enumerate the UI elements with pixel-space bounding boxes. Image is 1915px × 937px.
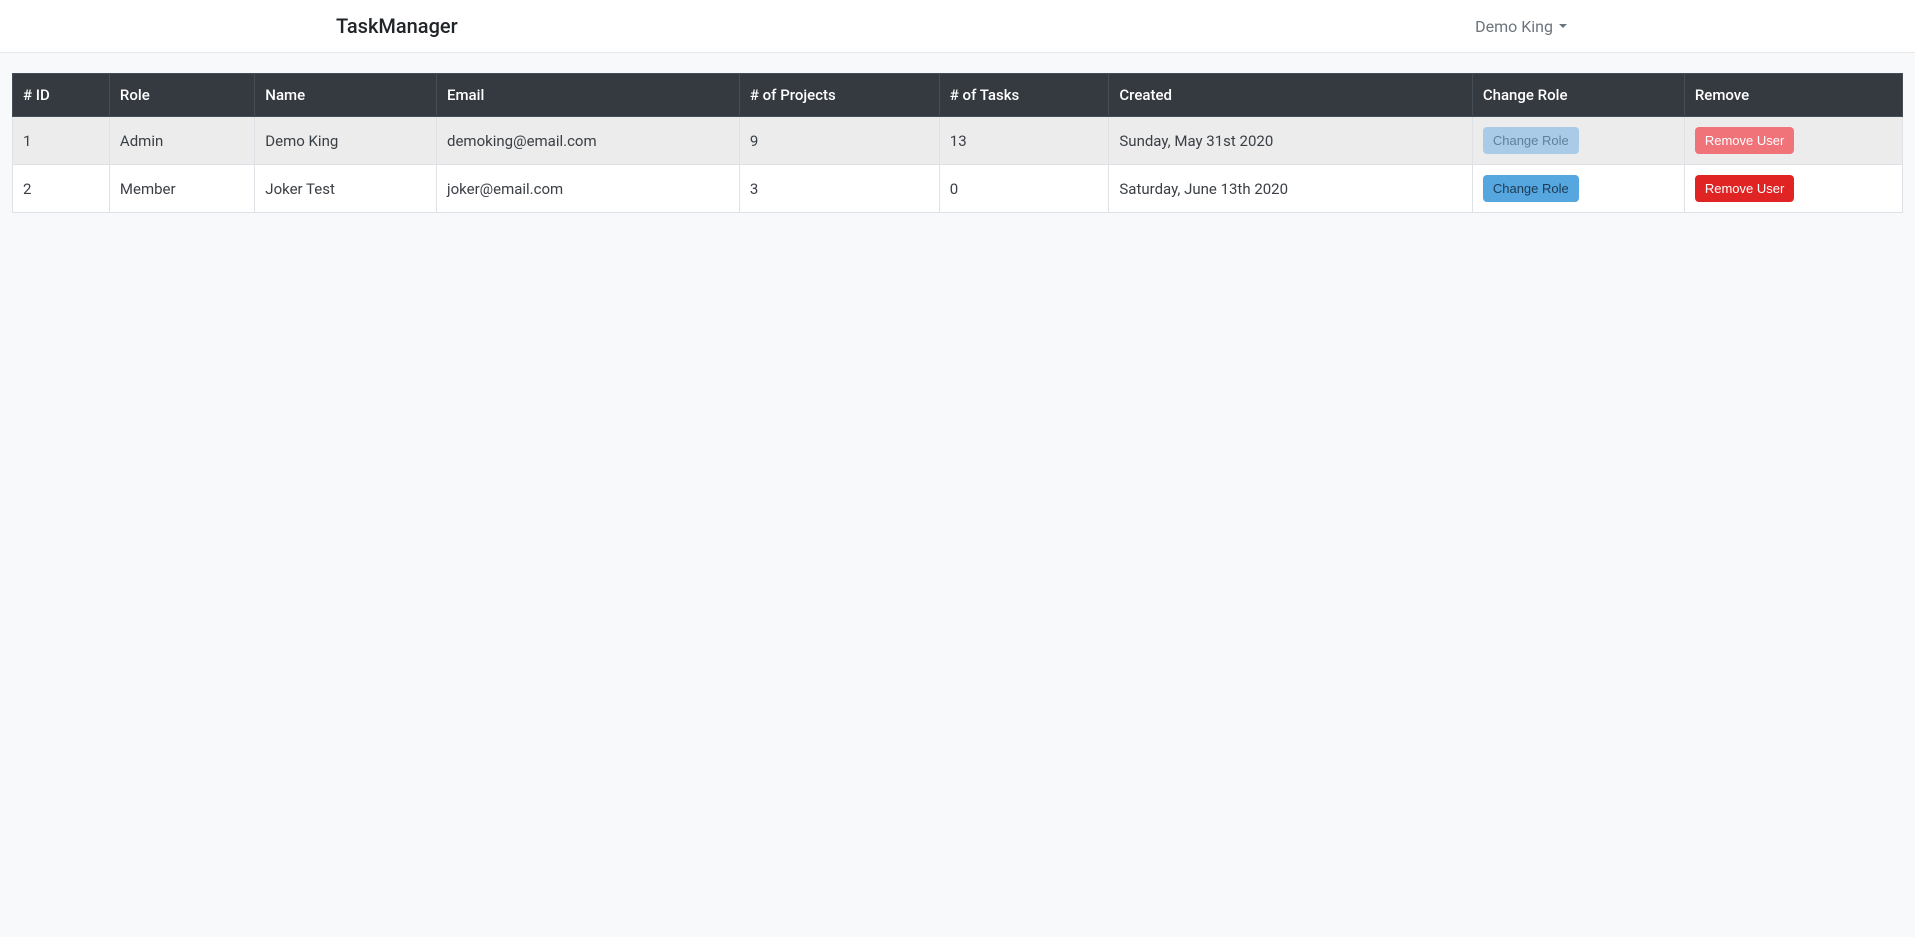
- col-header-tasks: # of Tasks: [939, 74, 1109, 117]
- col-header-name: Name: [255, 74, 437, 117]
- user-menu-label: Demo King: [1475, 17, 1553, 36]
- cell-role: Admin: [109, 117, 254, 165]
- col-header-remove: Remove: [1684, 74, 1902, 117]
- cell-change-role: Change Role: [1472, 165, 1684, 213]
- cell-remove: Remove User: [1684, 165, 1902, 213]
- users-table: # ID Role Name Email # of Projects # of …: [12, 73, 1903, 213]
- cell-name: Demo King: [255, 117, 437, 165]
- cell-change-role: Change Role: [1472, 117, 1684, 165]
- users-table-container: # ID Role Name Email # of Projects # of …: [0, 53, 1915, 225]
- user-menu-dropdown[interactable]: Demo King: [1463, 11, 1579, 42]
- col-header-created: Created: [1109, 74, 1472, 117]
- cell-email: joker@email.com: [437, 165, 740, 213]
- col-header-id: # ID: [13, 74, 110, 117]
- cell-tasks: 13: [939, 117, 1109, 165]
- cell-id: 1: [13, 117, 110, 165]
- cell-tasks: 0: [939, 165, 1109, 213]
- cell-projects: 9: [739, 117, 939, 165]
- col-header-email: Email: [437, 74, 740, 117]
- cell-id: 2: [13, 165, 110, 213]
- table-row: 1 Admin Demo King demoking@email.com 9 1…: [13, 117, 1903, 165]
- chevron-down-icon: [1559, 24, 1567, 28]
- remove-user-button[interactable]: Remove User: [1695, 175, 1794, 202]
- cell-created: Saturday, June 13th 2020: [1109, 165, 1472, 213]
- change-role-button[interactable]: Change Role: [1483, 175, 1579, 202]
- col-header-projects: # of Projects: [739, 74, 939, 117]
- cell-email: demoking@email.com: [437, 117, 740, 165]
- change-role-button: Change Role: [1483, 127, 1579, 154]
- cell-created: Sunday, May 31st 2020: [1109, 117, 1472, 165]
- app-brand[interactable]: TaskManager: [336, 8, 458, 44]
- navbar: TaskManager Demo King: [0, 0, 1915, 53]
- col-header-role: Role: [109, 74, 254, 117]
- cell-role: Member: [109, 165, 254, 213]
- cell-name: Joker Test: [255, 165, 437, 213]
- cell-remove: Remove User: [1684, 117, 1902, 165]
- remove-user-button: Remove User: [1695, 127, 1794, 154]
- col-header-change-role: Change Role: [1472, 74, 1684, 117]
- table-row: 2 Member Joker Test joker@email.com 3 0 …: [13, 165, 1903, 213]
- cell-projects: 3: [739, 165, 939, 213]
